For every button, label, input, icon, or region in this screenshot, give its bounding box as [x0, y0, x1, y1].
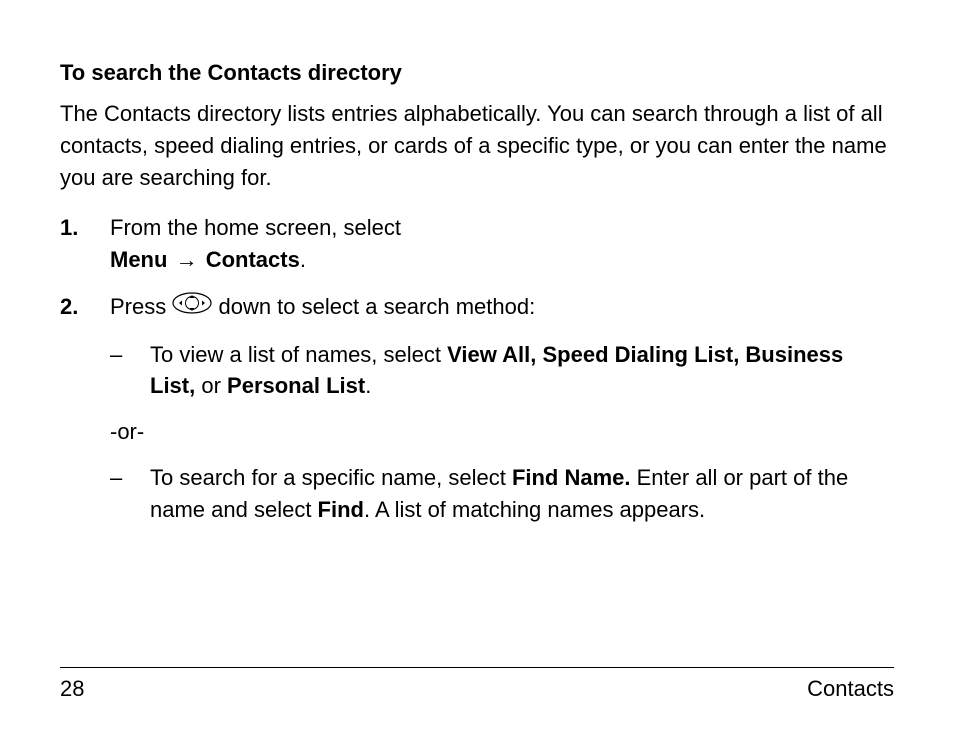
b1-lead: To view a list of names, select: [150, 342, 447, 367]
b1-period: .: [365, 373, 371, 398]
step2-press: Press: [110, 294, 172, 319]
dash-icon: –: [110, 339, 150, 403]
b2-lead: To search for a specific name, select: [150, 465, 512, 490]
b1-last-option: Personal List: [227, 373, 365, 398]
sub-bullet-2: – To search for a specific name, select …: [110, 462, 894, 526]
step2-sublist: – To view a list of names, select View A…: [110, 339, 894, 526]
page-number: 28: [60, 676, 84, 702]
page-footer: 28 Contacts: [60, 667, 894, 702]
b1-mid: or: [195, 373, 227, 398]
step-1: From the home screen, select Menu → Cont…: [60, 212, 894, 276]
nav-key-icon: [172, 291, 212, 323]
step2-after-icon: down to select a search method:: [212, 294, 535, 319]
footer-rule: [60, 667, 894, 668]
dash-icon: –: [110, 462, 150, 526]
section-name: Contacts: [807, 676, 894, 702]
arrow-icon: →: [174, 244, 200, 276]
manual-page: To search the Contacts directory The Con…: [0, 0, 954, 738]
intro-paragraph: The Contacts directory lists entries alp…: [60, 98, 894, 194]
contacts-label: Contacts: [206, 247, 300, 272]
footer-row: 28 Contacts: [60, 676, 894, 702]
or-separator: -or-: [110, 416, 894, 448]
sub-bullet-2-text: To search for a specific name, select Fi…: [150, 462, 894, 526]
sub-bullet-1: – To view a list of names, select View A…: [110, 339, 894, 403]
steps-list: From the home screen, select Menu → Cont…: [60, 212, 894, 526]
step1-lead: From the home screen, select: [110, 215, 401, 240]
section-heading: To search the Contacts directory: [60, 60, 894, 86]
find-label: Find: [318, 497, 364, 522]
b2-tail: . A list of matching names appears.: [364, 497, 705, 522]
step1-period: .: [300, 247, 306, 272]
step-2: Press down to select a search method: – …: [60, 291, 894, 526]
sub-bullet-1-text: To view a list of names, select View All…: [150, 339, 894, 403]
menu-label: Menu: [110, 247, 167, 272]
find-name-label: Find Name.: [512, 465, 631, 490]
